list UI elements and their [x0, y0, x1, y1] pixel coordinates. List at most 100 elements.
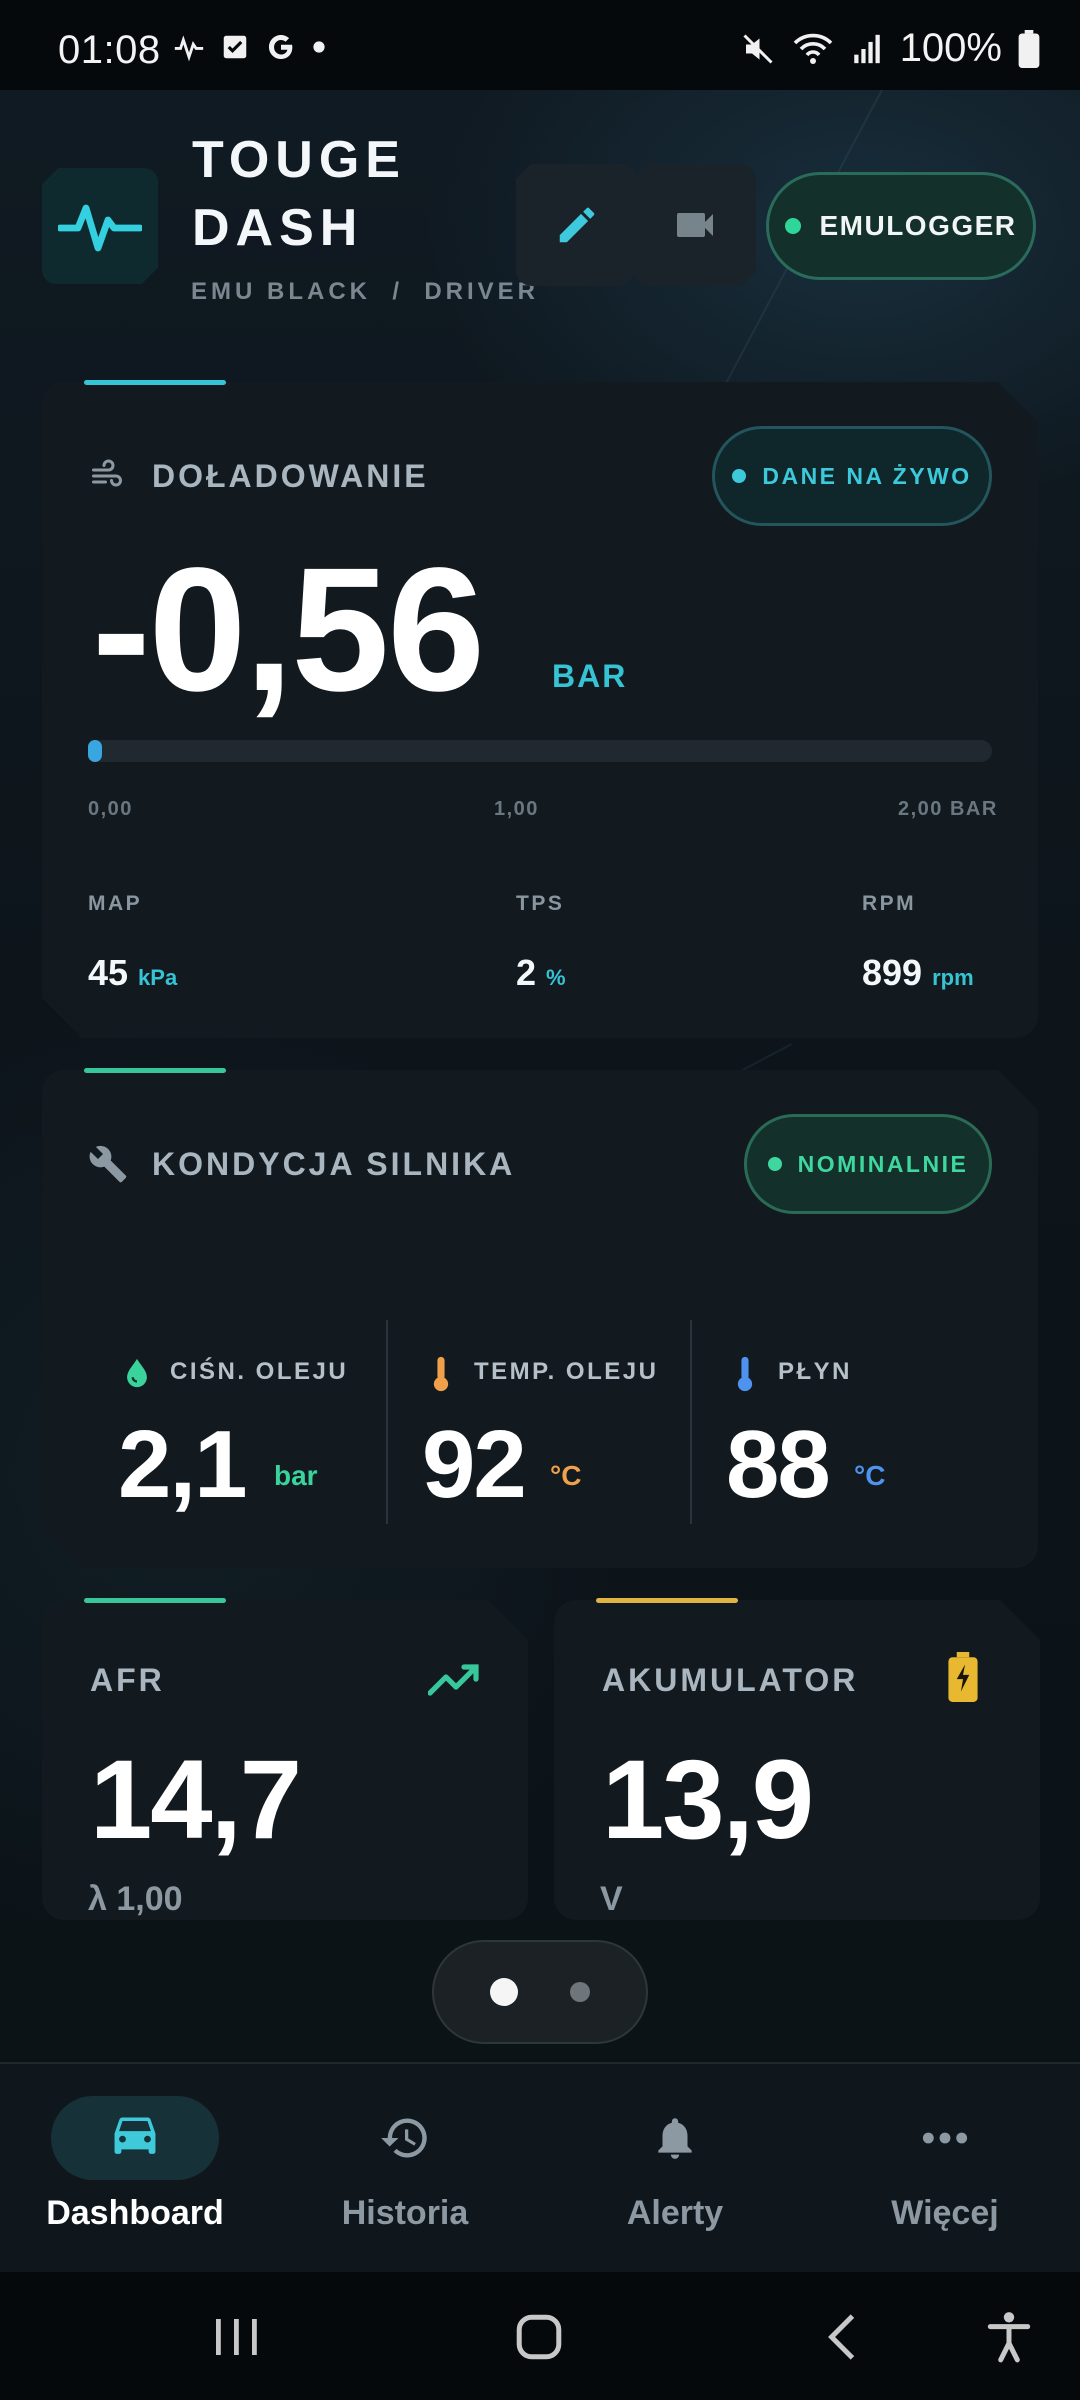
scale-min: 0,00 [88, 798, 133, 820]
metric-label-rpm: RPM [862, 892, 917, 915]
pencil-icon [559, 207, 595, 243]
battery-title: AKUMULATOR [602, 1662, 859, 1698]
scale-mid: 1,00 [494, 798, 539, 820]
engine-card-title: KONDYCJA SILNIKA [152, 1146, 516, 1182]
coolant-value: 88 [726, 1411, 831, 1518]
afr-title: AFR [90, 1662, 165, 1698]
tps-unit: % [546, 965, 566, 990]
google-icon [268, 34, 293, 60]
page-dot-active[interactable] [490, 1978, 518, 2006]
edit-button[interactable] [516, 164, 638, 286]
bell-icon [658, 2118, 692, 2159]
oil-temp-label: TEMP. OLEJU [474, 1358, 659, 1385]
recent-apps-icon[interactable] [210, 2314, 262, 2360]
notification-dot [313, 41, 325, 53]
mute-icon [743, 33, 773, 64]
gauge-divider [690, 1320, 692, 1524]
afr-card-accent [84, 1598, 226, 1603]
oil-temp-unit: °C [550, 1460, 582, 1491]
boost-unit: BAR [552, 658, 628, 694]
afr-lambda: λ 1,00 [88, 1880, 183, 1918]
boost-progress-fill [88, 740, 102, 762]
metric-value-rpm: 899 rpm [862, 952, 974, 994]
nominal-dot [767, 1157, 782, 1171]
wind-icon [92, 459, 122, 487]
rpm-unit: rpm [932, 965, 974, 990]
map-value: 45 [88, 952, 129, 993]
home-icon[interactable] [514, 2312, 564, 2362]
app-title-line2: DASH [192, 199, 364, 257]
nav-history-label: Historia [341, 2194, 469, 2232]
app-title-line1: TOUGE [192, 131, 406, 189]
oil-pressure-value: 2,1 [118, 1411, 247, 1518]
nav-more-indicator [861, 2096, 1029, 2180]
nav-more[interactable]: Więcej [810, 2064, 1080, 2274]
emulogger-status-dot [785, 218, 802, 234]
engine-card-accent [84, 1068, 226, 1073]
wifi-icon [793, 33, 832, 64]
nominal-badge: NOMINALNIE [744, 1114, 992, 1214]
map-unit: kPa [138, 965, 178, 990]
nav-alerts-indicator [591, 2096, 759, 2180]
thermometer-icon [433, 1356, 449, 1392]
oil-drop-icon [127, 1358, 147, 1388]
nav-dashboard-label: Dashboard [46, 2194, 224, 2232]
app-title: TOUGE DASH [192, 126, 406, 262]
metric-value-tps: 2% [516, 952, 566, 994]
page-dot[interactable] [570, 1982, 590, 2002]
live-data-badge: DANE NA ŻYWO [712, 426, 992, 526]
camera-button[interactable] [634, 164, 756, 286]
wrench-icon [89, 1145, 127, 1183]
history-icon [381, 2118, 427, 2158]
boost-progress-track [88, 740, 992, 762]
bottom-navigation: Dashboard Historia Alerty Więcej [0, 2062, 1080, 2274]
battery-icon [1018, 29, 1040, 68]
nominal-label: NOMINALNIE [797, 1150, 969, 1177]
battery-card-accent [596, 1598, 738, 1603]
gauge-divider [386, 1320, 388, 1524]
nav-dashboard-indicator [51, 2096, 219, 2180]
pulse-icon [58, 204, 142, 252]
car-icon [114, 2117, 156, 2154]
battery-unit: V [600, 1880, 623, 1918]
back-icon[interactable] [822, 2312, 862, 2362]
emulogger-button[interactable]: EMULOGGER [766, 172, 1036, 280]
boost-card-accent [84, 380, 226, 385]
metric-label-map: MAP [88, 892, 143, 915]
trend-up-icon [428, 1664, 479, 1696]
metric-label-tps: TPS [516, 892, 565, 915]
metric-value-map: 45 kPa [88, 952, 177, 994]
video-camera-icon [677, 213, 713, 237]
battery-charging-icon [948, 1652, 978, 1702]
signal-icon [853, 34, 880, 63]
system-navigation-bar [0, 2272, 1080, 2400]
oil-pressure-unit: bar [274, 1460, 318, 1491]
oil-pressure-label: CIŚN. OLEJU [170, 1358, 349, 1385]
coolant-label: PŁYN [778, 1358, 853, 1385]
nav-alerts[interactable]: Alerty [540, 2064, 810, 2274]
page-indicator[interactable] [432, 1940, 648, 2044]
battery-value: 13,9 [602, 1737, 814, 1862]
scale-max: 2,00 BAR [898, 798, 998, 820]
nav-alerts-label: Alerty [626, 2194, 724, 2232]
app-logo [42, 168, 158, 284]
status-time: 01:08 [58, 28, 161, 72]
nav-history[interactable]: Historia [270, 2064, 540, 2274]
nav-dashboard[interactable]: Dashboard [0, 2064, 270, 2274]
accessibility-icon[interactable] [986, 2310, 1032, 2364]
more-icon [922, 2132, 968, 2144]
boost-card-title: DOŁADOWANIE [152, 458, 429, 494]
activity-icon [174, 35, 204, 62]
app-subtitle: EMU BLACK / DRIVER [191, 278, 540, 305]
nav-history-indicator [321, 2096, 489, 2180]
oil-temp-value: 92 [422, 1411, 527, 1518]
coolant-unit: °C [854, 1460, 886, 1491]
live-data-label: DANE NA ŻYWO [762, 462, 972, 489]
afr-value: 14,7 [90, 1737, 302, 1862]
live-dot [732, 469, 747, 483]
boost-value: -0,56 [92, 532, 485, 728]
rpm-value: 899 [862, 952, 923, 993]
status-bar: 01:08 100% [0, 0, 1080, 90]
nav-more-label: Więcej [891, 2194, 999, 2232]
checkbox-icon [223, 35, 247, 59]
